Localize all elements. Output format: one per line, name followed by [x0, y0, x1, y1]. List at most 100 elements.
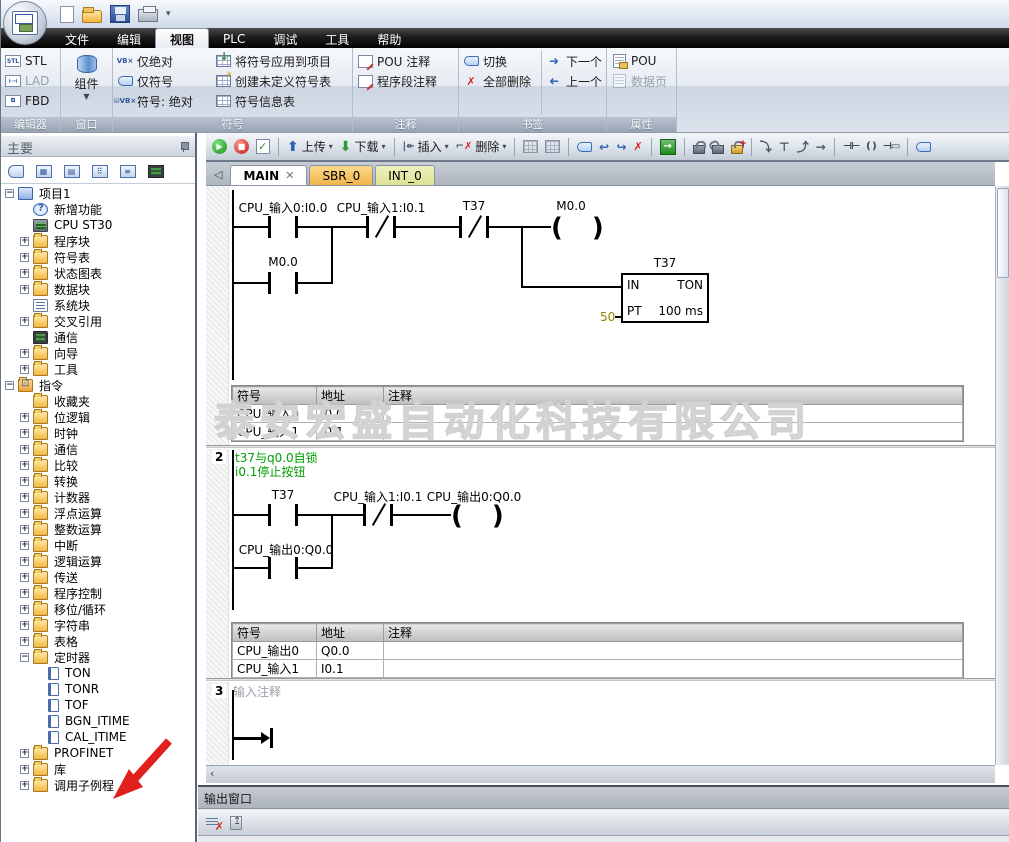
tree-expander-icon[interactable]: + [20, 253, 29, 262]
tree-item[interactable]: 收藏夹 [1, 393, 195, 409]
tab-int0[interactable]: INT_0 [375, 165, 434, 185]
compile-button[interactable] [254, 138, 272, 155]
open-file-icon[interactable] [82, 10, 102, 23]
pou-property-button[interactable]: POU [611, 51, 672, 71]
clear-output-icon[interactable] [206, 816, 222, 830]
scroll-left-icon[interactable]: ‹ [210, 767, 214, 780]
tree-expander-icon[interactable]: + [20, 541, 29, 550]
view-table-icon[interactable]: ▦ [33, 162, 54, 180]
tree-expander-icon[interactable]: + [20, 413, 29, 422]
new-file-icon[interactable] [60, 6, 74, 23]
tree-item[interactable]: + 转换 [1, 473, 195, 489]
goto-button[interactable]: → [658, 138, 678, 156]
network-comment-button[interactable]: 程序段注释 [357, 71, 454, 91]
contact-no[interactable] [268, 504, 298, 526]
tab-debug[interactable]: 调试 [259, 28, 311, 48]
tree-expander-icon[interactable]: + [20, 237, 29, 246]
bookmark-toggle-tool[interactable] [575, 141, 594, 153]
tree-item[interactable]: + 符号表 [1, 249, 195, 265]
table-row[interactable]: CPU_输入1 I0.1 [233, 660, 963, 678]
table-row[interactable]: CPU_输出0 Q0.0 [233, 642, 963, 660]
tree-item[interactable]: + 表格 [1, 633, 195, 649]
ladder-editor[interactable]: CPU_输入0:I0.0 CPU_输入1:I0.1 T37 M0.0 ( ) M… [206, 186, 995, 765]
save-icon[interactable] [110, 5, 130, 23]
contact-no[interactable] [268, 557, 298, 579]
bookmark-prev-tool[interactable]: ↪ [597, 139, 611, 155]
scrollbar-thumb[interactable] [997, 188, 1009, 278]
add-password-button[interactable] [729, 139, 745, 155]
tab-help[interactable]: 帮助 [363, 28, 415, 48]
tree-expander-icon[interactable]: − [20, 653, 29, 662]
bookmark-next-button[interactable]: ➜下一个 [546, 51, 602, 71]
tree-item[interactable]: + 调用子例程 [1, 777, 195, 793]
tree-item[interactable]: + 中断 [1, 537, 195, 553]
print-icon[interactable] [138, 9, 158, 22]
tree-item[interactable]: 通信 [1, 329, 195, 345]
tree-item[interactable]: CPU ST30 [1, 217, 195, 233]
tree-item[interactable]: + 向导 [1, 345, 195, 361]
data-page-button[interactable]: 数据页 [611, 71, 672, 91]
tree-expander-icon[interactable]: + [20, 477, 29, 486]
symbol-addressing-button[interactable] [521, 139, 540, 154]
tree-item[interactable]: + 逻辑运算 [1, 553, 195, 569]
tree-item[interactable]: − 项目1 [1, 185, 195, 201]
bookmark-prev-button[interactable]: ➜上一个 [546, 71, 602, 91]
branch-tee-button[interactable]: ⊤ [777, 139, 792, 155]
tree-item[interactable]: + 浮点运算 [1, 505, 195, 521]
symbol-absolute-button[interactable]: ⛁VB×符号: 绝对 [117, 91, 209, 111]
tree-item[interactable]: + 数据块 [1, 281, 195, 297]
symbol-table-view-button[interactable] [543, 139, 562, 154]
pou-comment-button[interactable]: POU 注释 [357, 51, 454, 71]
tree-expander-icon[interactable]: + [20, 317, 29, 326]
branch-down-button[interactable]: ⤵ [758, 137, 774, 156]
line-right-button[interactable]: → [814, 139, 828, 155]
tree-expander-icon[interactable]: − [5, 381, 14, 390]
tree-expander-icon[interactable]: + [20, 573, 29, 582]
tree-expander-icon[interactable]: + [20, 349, 29, 358]
view-document-icon[interactable]: ▤ [61, 162, 82, 180]
tree-item[interactable]: + 整数运算 [1, 521, 195, 537]
tree-expander-icon[interactable]: + [20, 365, 29, 374]
network-comment[interactable]: i0.1停止按钮 [235, 465, 305, 479]
symbol-info-table-button[interactable]: 符号信息表 [215, 91, 348, 111]
tree-expander-icon[interactable]: + [20, 765, 29, 774]
horizontal-scrollbar[interactable]: ‹ [206, 765, 995, 783]
apply-symbols-button[interactable]: 将符号应用到项目 [215, 51, 348, 71]
tab-view[interactable]: 视图 [155, 28, 209, 48]
fbd-button[interactable]: ⧉FBD [5, 91, 56, 111]
insert-coil-button[interactable]: ( ) [864, 140, 878, 153]
tree-expander-icon[interactable]: + [20, 525, 29, 534]
tree-item[interactable]: + 程序控制 [1, 585, 195, 601]
tree-expander-icon[interactable]: + [20, 509, 29, 518]
download-button[interactable]: ⬇下载▾ [338, 137, 388, 156]
tree-item[interactable]: + 库 [1, 761, 195, 777]
tab-plc[interactable]: PLC [209, 28, 259, 48]
component-button[interactable]: 组件 ▼ [65, 51, 108, 101]
insert-button[interactable]: |↞插入▾ [401, 137, 451, 156]
tree-expander-icon[interactable]: + [20, 269, 29, 278]
create-undefined-symbols-button[interactable]: 创建未定义符号表 [215, 71, 348, 91]
lad-button[interactable]: ⊦⊣LAD [5, 71, 56, 91]
application-menu-button[interactable] [3, 1, 47, 45]
view-status-icon[interactable]: ⠿ [89, 162, 110, 180]
tree-item[interactable]: + 程序块 [1, 233, 195, 249]
tab-main[interactable]: MAIN✕ [230, 165, 307, 185]
tree-expander-icon[interactable]: + [20, 781, 29, 790]
tree-item[interactable]: TONR [1, 681, 195, 697]
unlock-button[interactable] [710, 139, 726, 155]
tree-item[interactable]: + 比较 [1, 457, 195, 473]
upload-button[interactable]: ⬆上传▾ [285, 137, 335, 156]
stop-button[interactable]: ■ [232, 138, 251, 155]
insert-contact-button[interactable]: ⊣⊢ [841, 140, 861, 153]
tab-tools[interactable]: 工具 [311, 28, 363, 48]
tree-item[interactable]: + 交叉引用 [1, 313, 195, 329]
table-row[interactable]: CPU_输入1 I0.1 [233, 423, 963, 441]
view-comm-icon[interactable] [145, 162, 166, 180]
address-tag-button[interactable] [914, 141, 933, 153]
tree-item[interactable]: 系统块 [1, 297, 195, 313]
tree-item[interactable]: BGN_ITIME [1, 713, 195, 729]
contact-nc[interactable] [459, 216, 489, 238]
tree-expander-icon[interactable]: + [20, 637, 29, 646]
close-tab-icon[interactable]: ✕ [285, 169, 294, 182]
timer-box[interactable]: IN TON PT 100 ms [621, 273, 709, 323]
